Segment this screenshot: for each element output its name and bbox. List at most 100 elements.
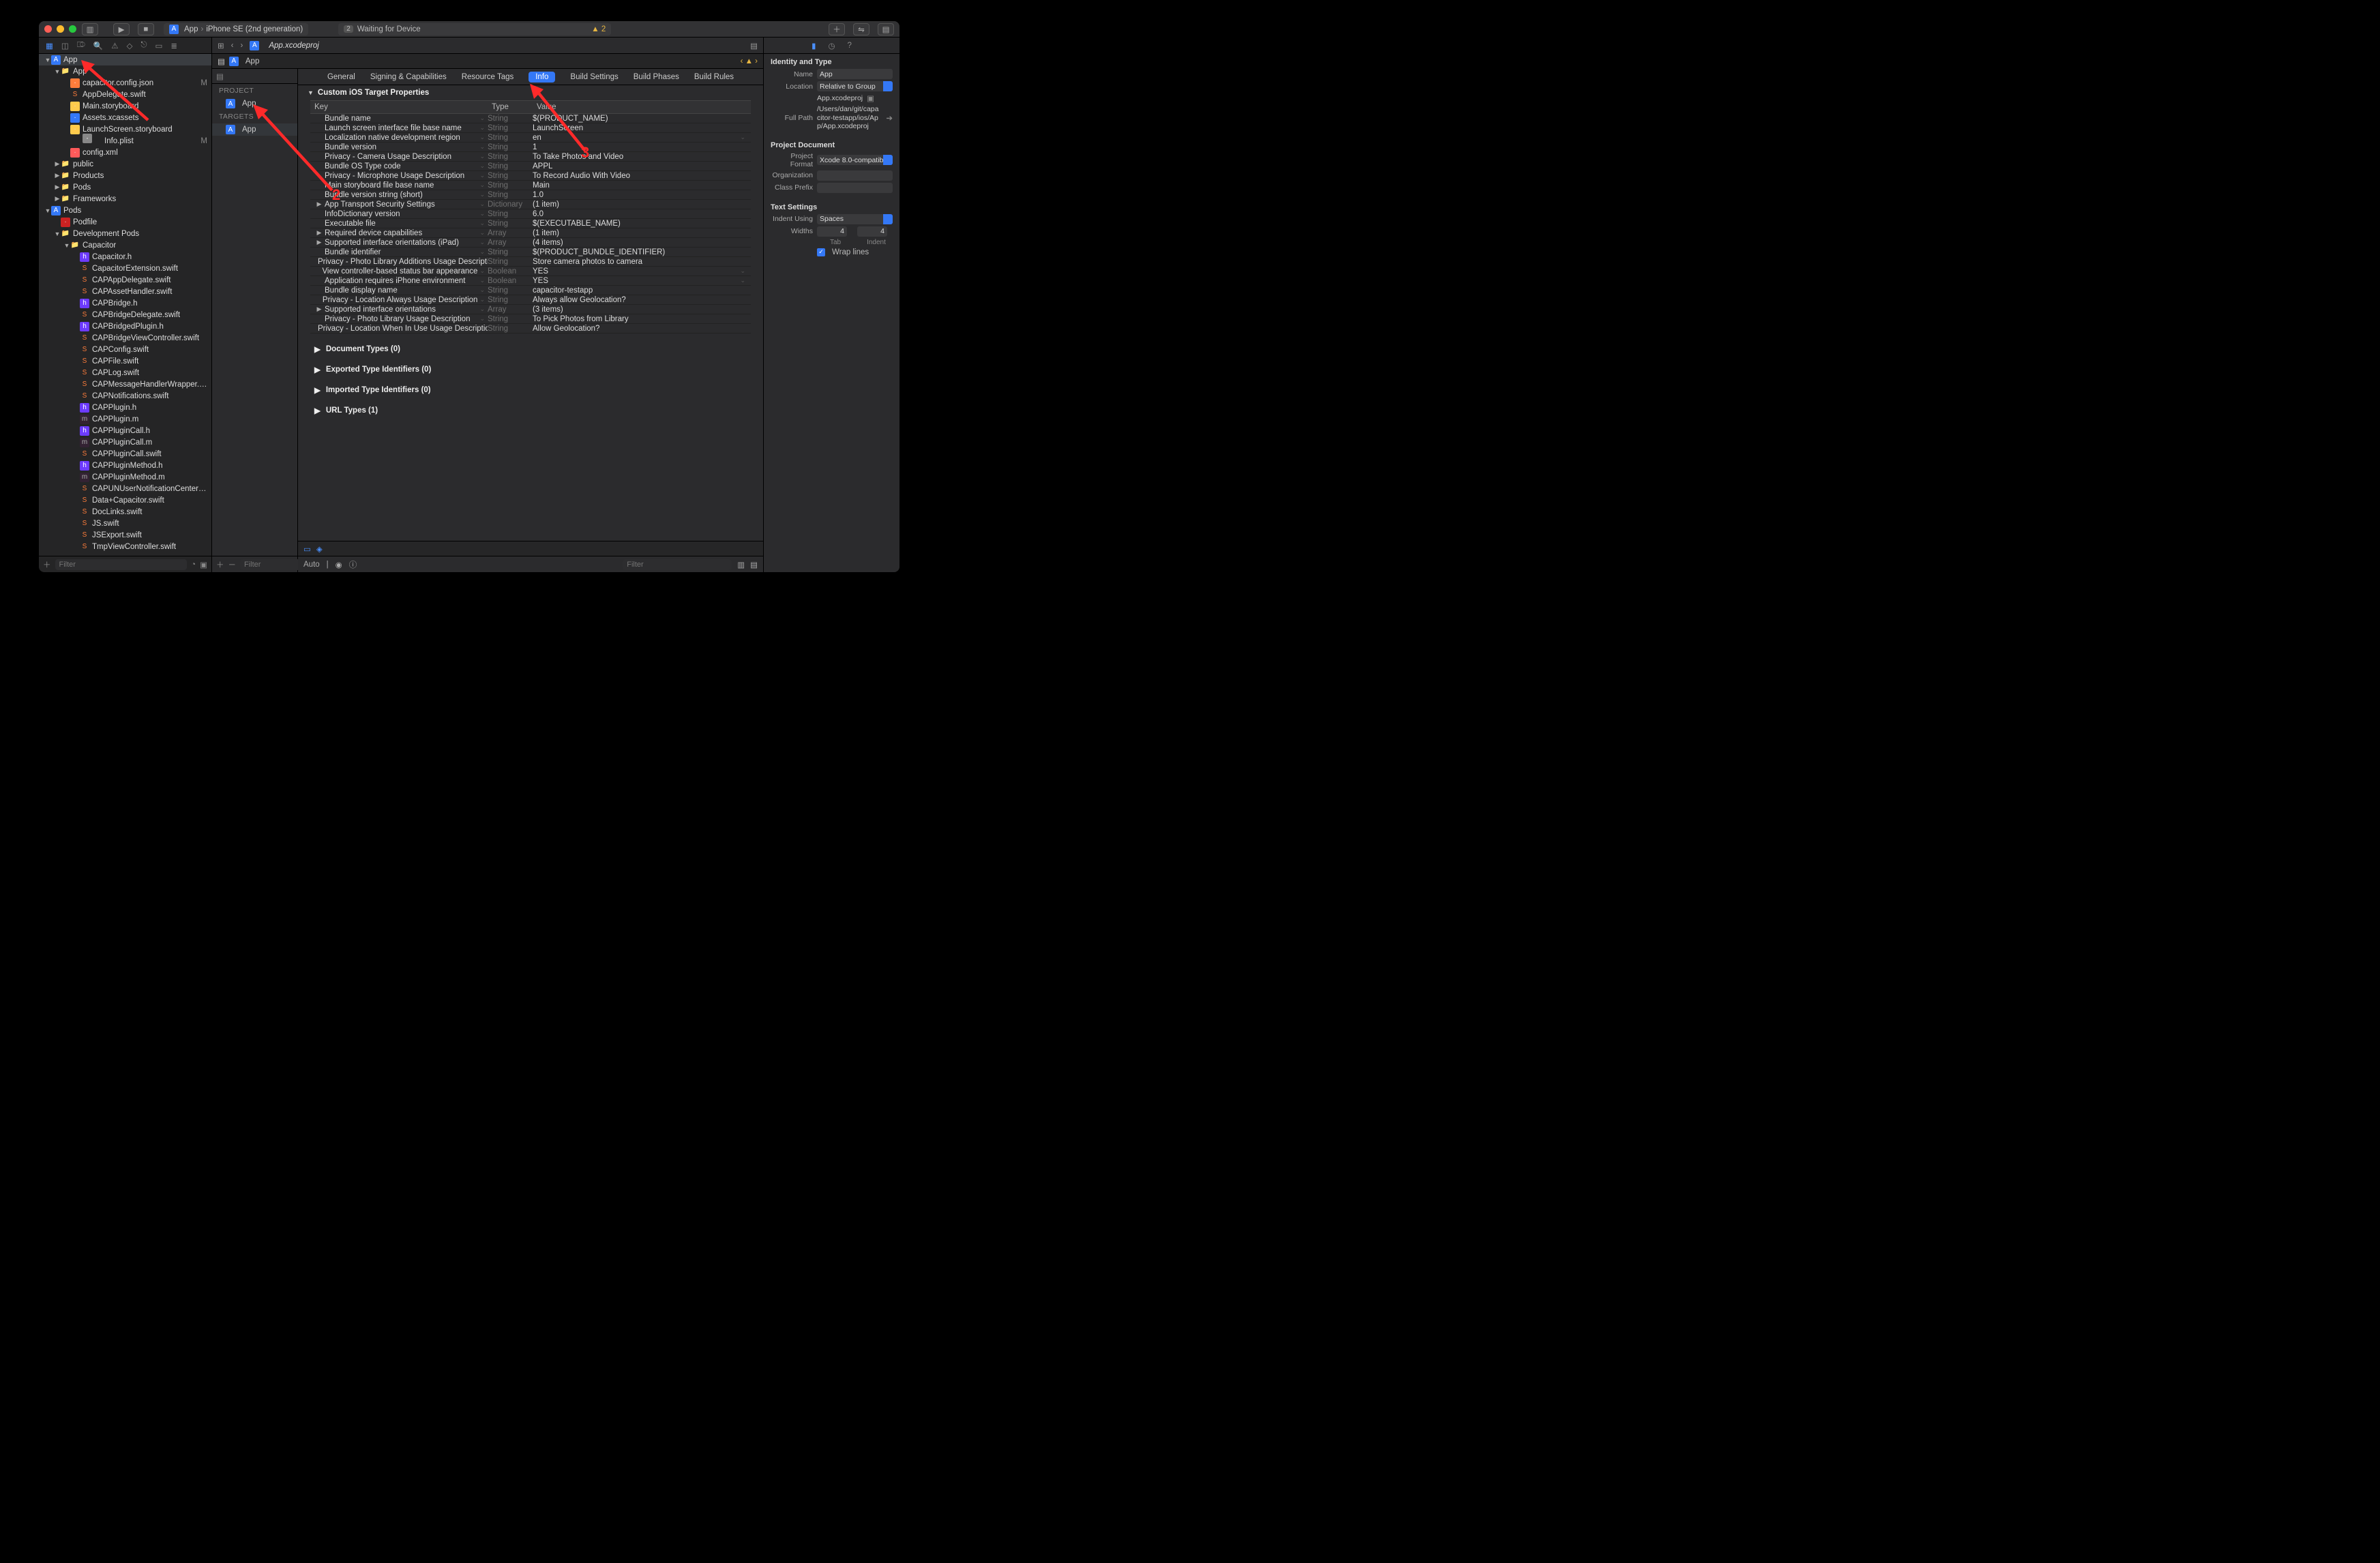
file-tree[interactable]: ▼AApp▼📁App·capacitor.config.jsonMSAppDel… bbox=[39, 54, 211, 556]
editor-filter-input[interactable] bbox=[623, 559, 732, 570]
project-format-select[interactable]: Xcode 8.0-compatible bbox=[817, 155, 893, 165]
related-items-icon[interactable]: ⊞ bbox=[218, 41, 224, 50]
tab-resource-tags[interactable]: Resource Tags bbox=[462, 73, 514, 81]
plist-row[interactable]: InfoDictionary version⌄String6.0 bbox=[310, 209, 751, 219]
outline-icon[interactable]: ▤ bbox=[218, 57, 225, 66]
file-tree-row[interactable]: ·capacitor.config.jsonM bbox=[39, 77, 211, 89]
back-button[interactable]: ‹ bbox=[231, 42, 234, 50]
file-tree-row[interactable]: hCapacitor.h bbox=[39, 251, 211, 263]
file-tree-row[interactable]: SCAPMessageHandlerWrapper.swift bbox=[39, 378, 211, 390]
test-navigator-tab[interactable]: ◇ bbox=[127, 41, 133, 50]
file-tree-row[interactable]: SCAPNotifications.swift bbox=[39, 390, 211, 402]
file-tree-row[interactable]: hCAPPluginMethod.h bbox=[39, 460, 211, 471]
activity-viewer[interactable]: 2 Waiting for Device ▲ 2 bbox=[338, 23, 611, 35]
plist-row[interactable]: Application requires iPhone environment⌄… bbox=[310, 276, 751, 286]
tab-width-field[interactable]: 4 bbox=[817, 226, 847, 237]
file-tree-row[interactable]: hCAPPlugin.h bbox=[39, 402, 211, 413]
add-button[interactable]: ＋ bbox=[43, 559, 51, 570]
jump-bar[interactable]: ▤ A App ‹ ▲ › bbox=[212, 54, 763, 69]
file-tree-row[interactable]: hCAPBridge.h bbox=[39, 297, 211, 309]
variables-view-icon[interactable]: ▥ bbox=[737, 560, 745, 569]
issue-navigator-tab[interactable]: ⚠ bbox=[111, 41, 118, 50]
tab-build-phases[interactable]: Build Phases bbox=[634, 73, 679, 81]
tab-general[interactable]: General bbox=[327, 73, 355, 81]
reveal-icon[interactable]: ➔ bbox=[886, 113, 893, 123]
file-tree-row[interactable]: STmpViewController.swift bbox=[39, 541, 211, 552]
plist-row[interactable]: Main storyboard file base name⌄StringMai… bbox=[310, 181, 751, 190]
folder-picker-icon[interactable]: ▣ bbox=[867, 93, 874, 103]
file-tree-row[interactable]: ▶📁Products bbox=[39, 170, 211, 181]
recent-filter-icon[interactable]: ◔ bbox=[191, 561, 196, 569]
file-tree-row[interactable]: mCAPPluginMethod.m bbox=[39, 471, 211, 483]
zoom-window-button[interactable] bbox=[69, 25, 76, 33]
visibility-icon[interactable]: ◉ bbox=[336, 560, 342, 569]
symbol-navigator-tab[interactable]: ⎄ bbox=[77, 41, 85, 50]
plist-row[interactable]: ▶Supported interface orientations (iPad)… bbox=[310, 238, 751, 248]
file-tree-row[interactable]: ·Assets.xcassets bbox=[39, 112, 211, 123]
plist-row[interactable]: Privacy - Location Always Usage Descript… bbox=[310, 295, 751, 305]
file-tree-row[interactable]: SData+Capacitor.swift bbox=[39, 494, 211, 506]
file-tree-row[interactable]: SAppDelegate.swift bbox=[39, 89, 211, 100]
file-tree-row[interactable]: SCAPLog.swift bbox=[39, 367, 211, 378]
organization-field[interactable] bbox=[817, 170, 893, 181]
file-tree-row[interactable]: ▼AApp bbox=[39, 54, 211, 65]
scheme-selector[interactable]: A App › iPhone SE (2nd generation) bbox=[164, 23, 308, 35]
plist-row[interactable]: Privacy - Microphone Usage Description⌄S… bbox=[310, 171, 751, 181]
stop-button[interactable]: ■ bbox=[138, 23, 154, 35]
plist-row[interactable]: Bundle identifier⌄String$(PRODUCT_BUNDLE… bbox=[310, 248, 751, 257]
plist-row[interactable]: Bundle version⌄String1 bbox=[310, 143, 751, 152]
section-url-types-[interactable]: ▶URL Types (1) bbox=[298, 400, 763, 421]
report-navigator-tab[interactable]: ≣ bbox=[170, 41, 177, 50]
plist-row[interactable]: Bundle OS Type code⌄StringAPPL bbox=[310, 162, 751, 171]
find-navigator-tab[interactable]: 🔍 bbox=[93, 41, 103, 50]
file-tree-row[interactable]: ·config.xml bbox=[39, 147, 211, 158]
file-tree-row[interactable]: SCAPAssetHandler.swift bbox=[39, 286, 211, 297]
library-add-button[interactable]: ＋ bbox=[829, 23, 845, 35]
section-exported-type-identifiers-[interactable]: ▶Exported Type Identifiers (0) bbox=[298, 359, 763, 380]
plist-row[interactable]: Bundle version string (short)⌄String1.0 bbox=[310, 190, 751, 200]
file-tree-row[interactable]: SCAPFile.swift bbox=[39, 355, 211, 367]
file-tree-row[interactable]: SCAPPluginCall.swift bbox=[39, 448, 211, 460]
plist-row[interactable]: ▶App Transport Security Settings⌄Diction… bbox=[310, 200, 751, 209]
editor-options-icon[interactable]: ▤ bbox=[750, 41, 758, 50]
file-tree-row[interactable]: ▼📁App bbox=[39, 65, 211, 77]
debug-area-bar[interactable]: ▭ ◈ bbox=[298, 541, 763, 556]
tab-info[interactable]: Info bbox=[529, 72, 555, 83]
file-tree-row[interactable]: SCAPBridgeViewController.swift bbox=[39, 332, 211, 344]
plist-row[interactable]: ▶Supported interface orientations⌄Array(… bbox=[310, 305, 751, 314]
file-tree-row[interactable]: ▼APods bbox=[39, 205, 211, 216]
tab-build-rules[interactable]: Build Rules bbox=[694, 73, 734, 81]
section-document-types-[interactable]: ▶Document Types (0) bbox=[298, 339, 763, 359]
indent-using-select[interactable]: Spaces bbox=[817, 214, 893, 224]
console-view-icon[interactable]: ▤ bbox=[750, 560, 758, 569]
file-tree-row[interactable]: SCAPAppDelegate.swift bbox=[39, 274, 211, 286]
file-tree-row[interactable]: mCAPPluginCall.m bbox=[39, 436, 211, 448]
remove-target-button[interactable]: － bbox=[228, 559, 237, 570]
name-field[interactable]: App bbox=[817, 69, 893, 79]
tab-build-settings[interactable]: Build Settings bbox=[570, 73, 618, 81]
custom-properties-section[interactable]: ▼ Custom iOS Target Properties bbox=[298, 85, 763, 100]
history-inspector-tab[interactable]: ◷ bbox=[828, 41, 835, 50]
file-tree-row[interactable]: SCAPBridgeDelegate.swift bbox=[39, 309, 211, 321]
file-tree-row[interactable]: ▶📁Pods bbox=[39, 181, 211, 193]
file-tree-row[interactable]: SJSExport.swift bbox=[39, 529, 211, 541]
file-tree-row[interactable]: mCAPPlugin.m bbox=[39, 413, 211, 425]
warning-icon[interactable]: ▲ 2 bbox=[591, 25, 606, 33]
info-icon[interactable]: ⓘ bbox=[349, 559, 357, 570]
file-tree-row[interactable]: ▶📁Frameworks bbox=[39, 193, 211, 205]
code-review-button[interactable]: ⇋ bbox=[853, 23, 869, 35]
outline-toggle-icon[interactable]: ▤ bbox=[216, 72, 224, 81]
issues-indicator[interactable]: ‹ ▲ › bbox=[741, 57, 758, 65]
plist-row[interactable]: Executable file⌄String$(EXECUTABLE_NAME) bbox=[310, 219, 751, 228]
close-window-button[interactable] bbox=[44, 25, 52, 33]
plist-row[interactable]: Localization native development region⌄S… bbox=[310, 133, 751, 143]
project-item[interactable]: A App bbox=[212, 98, 297, 110]
file-tree-row[interactable]: SCAPUNUserNotificationCenterDeleg… bbox=[39, 483, 211, 494]
plist-row[interactable]: Privacy - Location When In Use Usage Des… bbox=[310, 324, 751, 333]
inspector-toggle-button[interactable]: ▤ bbox=[878, 23, 894, 35]
plist-row[interactable]: View controller-based status bar appeara… bbox=[310, 267, 751, 276]
plist-row[interactable]: Privacy - Photo Library Usage Descriptio… bbox=[310, 314, 751, 324]
run-button[interactable]: ▶ bbox=[113, 23, 130, 35]
navigator-toggle-button[interactable]: ▥ bbox=[82, 23, 98, 35]
file-tree-row[interactable]: ·Podfile bbox=[39, 216, 211, 228]
